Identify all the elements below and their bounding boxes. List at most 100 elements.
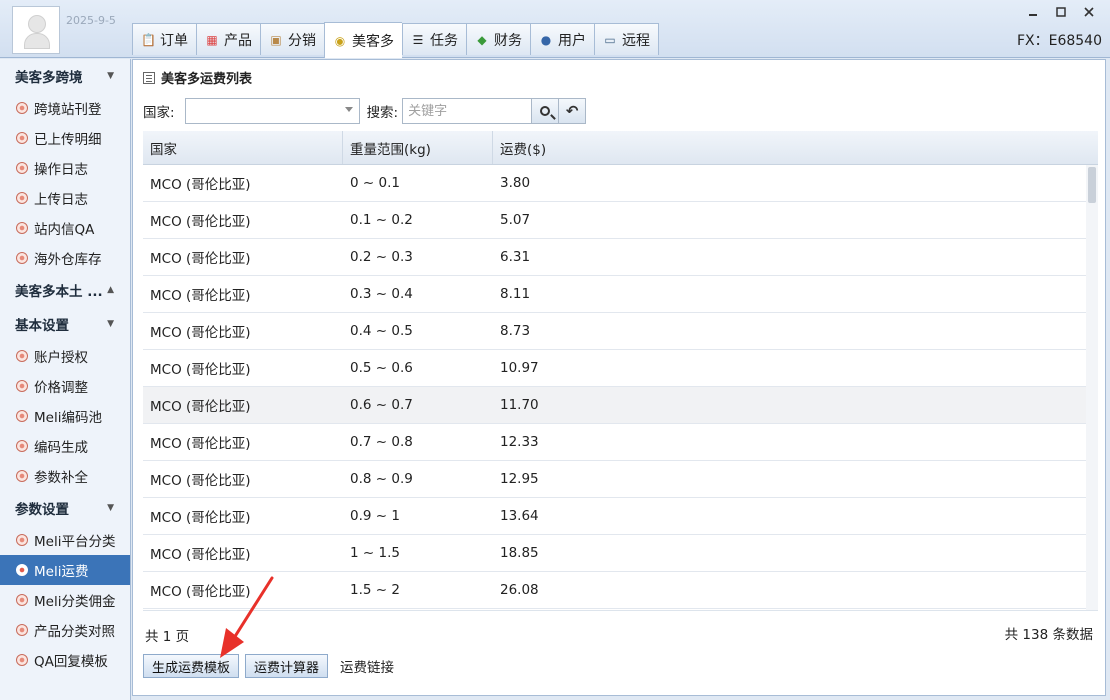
cell-weight-range: 0 ~ 0.1: [350, 175, 400, 191]
cell-country: MCO (哥伦比亚): [150, 251, 251, 267]
cell-weight-range: 0.3 ~ 0.4: [350, 286, 413, 302]
sidebar-item-category-mapping[interactable]: 产品分类对照: [0, 615, 130, 645]
sidebar-item-label: 上传日志: [34, 192, 88, 208]
shipping-fee-table: 国家 重量范围(kg) 运费($) MCO (哥伦比亚) 0 ~ 0.1 3.80 M…: [143, 131, 1098, 611]
sidebar-item-cross-border-listing[interactable]: 跨境站刊登: [0, 93, 130, 123]
tab-label: 产品: [224, 32, 252, 49]
sidebar-item-upload-log[interactable]: 上传日志: [0, 183, 130, 213]
tab-label: 订单: [160, 32, 188, 49]
scrollbar-thumb[interactable]: [1088, 167, 1096, 203]
fee-calculator-button[interactable]: 运费计算器: [245, 654, 329, 678]
avatar[interactable]: [12, 6, 60, 54]
table-row[interactable]: MCO (哥伦比亚) 0.4 ~ 0.5 8.73: [143, 313, 1098, 350]
bullet-icon: [16, 192, 28, 204]
sidebar-item-label: 产品分类对照: [34, 624, 115, 640]
table-row[interactable]: MCO (哥伦比亚) 1 ~ 1.5 18.85: [143, 535, 1098, 572]
sidebar-item-label: Meli分类佣金: [34, 594, 116, 610]
close-button[interactable]: [1080, 4, 1098, 20]
maximize-button[interactable]: [1052, 4, 1070, 20]
search-button[interactable]: [532, 98, 560, 124]
tab-orders[interactable]: 📋 订单: [132, 23, 196, 55]
cell-country: MCO (哥伦比亚): [150, 214, 251, 230]
sidebar-item-account-auth[interactable]: 账户授权: [0, 341, 130, 371]
tab-tasks[interactable]: ☰ 任务: [402, 23, 466, 55]
sidebar-item-label: 已上传明细: [34, 132, 102, 148]
section-title: 美客多跨境: [15, 70, 83, 86]
bullet-icon: [16, 624, 28, 636]
country-select[interactable]: [184, 98, 360, 124]
shipping-link[interactable]: 运费链接: [340, 656, 394, 676]
chevron-down-icon: [344, 107, 353, 112]
sidebar-item-uploaded-details[interactable]: 已上传明细: [0, 123, 130, 153]
sidebar-item-price-adjust[interactable]: 价格调整: [0, 371, 130, 401]
country-label: 国家:: [143, 105, 175, 121]
sidebar-item-label: 价格调整: [34, 380, 88, 396]
monitor-icon: ▭: [604, 32, 616, 47]
sidebar-item-message-qa[interactable]: 站内信QA: [0, 213, 130, 243]
sidebar-item-label: 编码生成: [34, 440, 88, 456]
section-title: 参数设置: [15, 502, 69, 518]
table-row[interactable]: MCO (哥伦比亚) 0.7 ~ 0.8 12.33: [143, 424, 1098, 461]
cell-country: MCO (哥伦比亚): [150, 325, 251, 341]
sidebar-item-label: 参数补全: [34, 470, 88, 486]
date-label: 2025-9-5: [66, 14, 116, 27]
reset-button[interactable]: ↶: [559, 98, 587, 124]
sidebar-section-local[interactable]: 美客多本土 ... ▲: [0, 273, 130, 307]
cell-fee: 5.07: [500, 212, 531, 228]
close-icon: [1084, 7, 1094, 17]
undo-icon: ↶: [565, 102, 579, 120]
vertical-scrollbar[interactable]: [1086, 165, 1098, 610]
tab-label: 远程: [622, 32, 650, 49]
table-row[interactable]: MCO (哥伦比亚) 0.3 ~ 0.4 8.11: [143, 276, 1098, 313]
collapse-arrow-icon: ▼: [107, 319, 114, 329]
task-list-icon: ☰: [412, 32, 424, 47]
cell-country: MCO (哥伦比亚): [150, 362, 251, 378]
sidebar-item-overseas-stock[interactable]: 海外仓库存: [0, 243, 130, 273]
table-row[interactable]: MCO (哥伦比亚) 0.1 ~ 0.2 5.07: [143, 202, 1098, 239]
sidebar-section-param-settings[interactable]: 参数设置 ▼: [0, 491, 130, 525]
table-row[interactable]: MCO (哥伦比亚) 0.5 ~ 0.6 10.97: [143, 350, 1098, 387]
minimize-button[interactable]: [1024, 4, 1042, 20]
bullet-icon: [16, 470, 28, 482]
expand-arrow-icon: ▲: [107, 285, 114, 295]
cell-weight-range: 0.4 ~ 0.5: [350, 323, 413, 339]
sidebar-item-label: 站内信QA: [34, 222, 95, 238]
sidebar-item-code-pool[interactable]: Meli编码池: [0, 401, 130, 431]
tab-users[interactable]: ● 用户: [530, 23, 594, 55]
tab-finance[interactable]: ◆ 财务: [466, 23, 530, 55]
tab-remote[interactable]: ▭ 远程: [594, 23, 659, 55]
search-label: 搜索:: [366, 105, 399, 121]
bullet-icon: [16, 222, 28, 234]
cell-fee: 26.08: [500, 582, 539, 598]
sidebar-item-operation-log[interactable]: 操作日志: [0, 153, 130, 183]
tab-products[interactable]: ▦ 产品: [196, 23, 260, 55]
cell-weight-range: 1.5 ~ 2: [350, 582, 400, 598]
tab-distribution[interactable]: ▣ 分销: [260, 23, 324, 55]
sidebar-item-platform-category[interactable]: Meli平台分类: [0, 525, 130, 555]
sidebar-item-label: 账户授权: [34, 350, 88, 366]
sidebar-section-cross-border[interactable]: 美客多跨境 ▼: [0, 59, 130, 93]
table-row[interactable]: MCO (哥伦比亚) 0.9 ~ 1 13.64: [143, 498, 1098, 535]
table-row[interactable]: MCO (哥伦比亚) 0 ~ 0.1 3.80: [143, 165, 1098, 202]
sidebar-item-shipping-fee[interactable]: Meli运费: [0, 555, 130, 585]
cell-fee: 6.31: [500, 249, 531, 265]
generate-template-button[interactable]: 生成运费模板: [143, 654, 240, 678]
cell-fee: 11.70: [500, 397, 539, 413]
sidebar-item-param-complete[interactable]: 参数补全: [0, 461, 130, 491]
table-row[interactable]: MCO (哥伦比亚) 0.2 ~ 0.3 6.31: [143, 239, 1098, 276]
sidebar-item-label: 操作日志: [34, 162, 88, 178]
table-row[interactable]: MCO (哥伦比亚) 0.8 ~ 0.9 12.95: [143, 461, 1098, 498]
search-input[interactable]: [402, 98, 533, 124]
column-header-weight[interactable]: 重量范围(kg): [343, 131, 493, 164]
sidebar-item-code-generate[interactable]: 编码生成: [0, 431, 130, 461]
sidebar-item-category-commission[interactable]: Meli分类佣金: [0, 585, 130, 615]
bullet-icon: [16, 564, 28, 576]
tab-mercadolibre[interactable]: ◉ 美客多: [324, 22, 402, 58]
sidebar-section-basic-settings[interactable]: 基本设置 ▼: [0, 307, 130, 341]
bullet-icon: [16, 252, 28, 264]
table-row[interactable]: MCO (哥伦比亚) 1.5 ~ 2 26.08: [143, 572, 1098, 609]
column-header-country[interactable]: 国家: [143, 131, 343, 164]
table-row[interactable]: MCO (哥伦比亚) 0.6 ~ 0.7 11.70: [143, 387, 1098, 424]
sidebar-item-qa-template[interactable]: QA回复模板: [0, 645, 130, 675]
column-header-fee[interactable]: 运费($): [493, 131, 1098, 164]
